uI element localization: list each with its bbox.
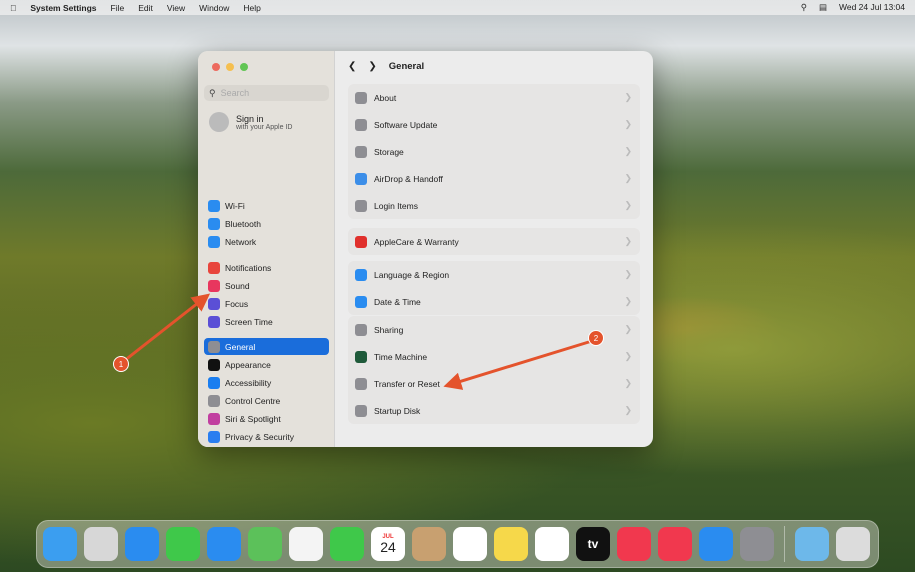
tv-label: tv xyxy=(588,537,599,551)
dock-reminders-icon[interactable] xyxy=(453,527,487,561)
dock-downloads-icon[interactable] xyxy=(795,527,829,561)
dock-mail-icon[interactable] xyxy=(207,527,241,561)
dock-maps-icon[interactable] xyxy=(248,527,282,561)
dock-tv-icon[interactable]: tv xyxy=(576,527,610,561)
annotation-2: 2 xyxy=(588,330,604,346)
dock-calendar-icon[interactable]: JUL24 xyxy=(371,527,405,561)
dock-system-settings-icon[interactable] xyxy=(740,527,774,561)
arrow-1 xyxy=(124,299,203,361)
dock-finder-icon[interactable] xyxy=(43,527,77,561)
dock-launchpad-icon[interactable] xyxy=(84,527,118,561)
dock-news-icon[interactable] xyxy=(658,527,692,561)
dock-freeform-icon[interactable] xyxy=(535,527,569,561)
dock-photos-icon[interactable] xyxy=(289,527,323,561)
dock-app-store-icon[interactable] xyxy=(699,527,733,561)
dock-music-icon[interactable] xyxy=(617,527,651,561)
annotation-1: 1 xyxy=(113,356,129,372)
dock-facetime-icon[interactable] xyxy=(330,527,364,561)
arrow-2 xyxy=(452,341,592,384)
dock-safari-icon[interactable] xyxy=(125,527,159,561)
dock-messages-icon[interactable] xyxy=(166,527,200,561)
dock-contacts-icon[interactable] xyxy=(412,527,446,561)
dock-notes-icon[interactable] xyxy=(494,527,528,561)
calendar-day: 24 xyxy=(380,540,396,554)
annotation-arrows xyxy=(0,0,915,572)
dock-separator xyxy=(784,526,785,562)
dock: JUL24 tv xyxy=(36,520,879,568)
dock-trash-icon[interactable] xyxy=(836,527,870,561)
